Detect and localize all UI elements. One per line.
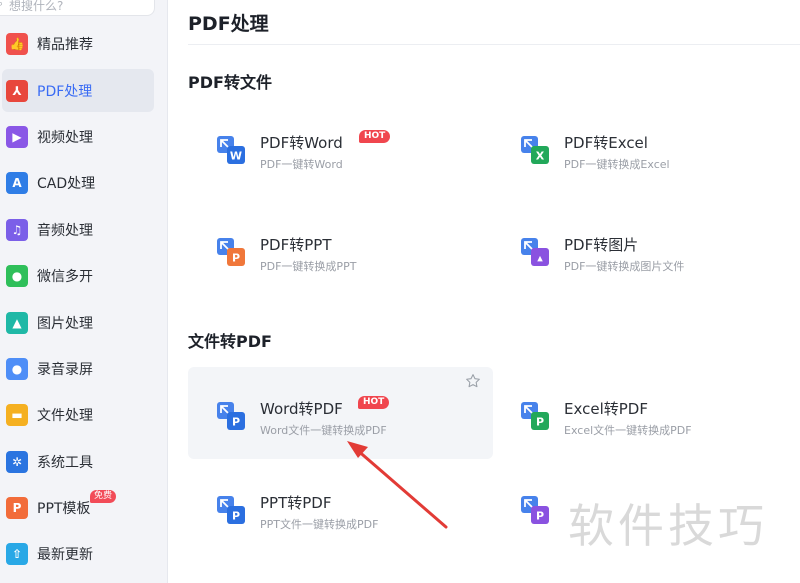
watermark: 软件技巧 — [568, 499, 768, 553]
svg-text:P: P — [536, 510, 544, 523]
sidebar-item-11[interactable]: ⇧ 最新更新 — [0, 531, 168, 577]
tool-title: Excel转PDF — [564, 400, 648, 418]
tool-icon: P — [217, 402, 245, 430]
svg-text:P: P — [536, 416, 544, 429]
tool-description: PDF一键转Word — [260, 158, 343, 171]
svg-text:P: P — [232, 416, 240, 429]
microphone-icon: ● — [6, 357, 28, 380]
svg-text:▴: ▴ — [537, 252, 543, 265]
tool-icon: ▴ — [521, 238, 549, 266]
tool-description: Word文件一键转换成PDF — [260, 424, 387, 437]
tool-description: PDF一键转换成Excel — [564, 158, 670, 171]
sidebar-item-label: 系统工具 — [37, 454, 93, 471]
svg-text:W: W — [230, 150, 242, 163]
svg-text:P: P — [232, 510, 240, 523]
hot-badge: HOT — [358, 396, 390, 409]
tool-description: PDF一键转换成图片文件 — [564, 260, 685, 273]
image-icon: ▲ — [6, 311, 28, 334]
title-divider — [188, 44, 800, 45]
pdf-icon: ⅄ — [6, 79, 28, 102]
sidebar-item-label: 录音录屏 — [37, 361, 93, 378]
sidebar-item-9[interactable]: ✲ 系统工具 — [0, 439, 168, 485]
sidebar-item-10[interactable]: P PPT模板 免费 — [0, 485, 168, 531]
sidebar-item-label: 精品推荐 — [37, 37, 93, 54]
svg-text:X: X — [536, 150, 545, 163]
gear-icon: ✲ — [6, 450, 28, 473]
sidebar-item-6[interactable]: ▲ 图片处理 — [0, 299, 168, 345]
hot-badge: HOT — [359, 130, 391, 143]
tool-description: Excel文件一键转换成PDF — [564, 424, 692, 437]
sidebar-item-0[interactable]: 👍 精品推荐 — [0, 21, 168, 67]
tool-card[interactable]: P Excel转PDF Excel文件一键转换成PDF — [492, 367, 797, 459]
sidebar: ⌕ 想搜什么? 👍 精品推荐 ⅄ PDF处理 ▶ 视频处理 A CAD处理 ♫ 音频处理 ● 微信多开… — [0, 0, 168, 583]
wechat-icon: ● — [6, 265, 28, 288]
sidebar-item-label: 文件处理 — [37, 408, 93, 425]
folder-icon: ▬ — [6, 404, 28, 427]
tool-title: Word转PDF — [260, 400, 343, 418]
tool-card[interactable]: P Word转PDF Word文件一键转换成PDF HOT — [188, 367, 493, 459]
sidebar-item-8[interactable]: ▬ 文件处理 — [0, 392, 168, 438]
tool-card[interactable]: X PDF转Excel PDF一键转换成Excel — [492, 101, 797, 193]
tool-title: PDF转Word — [260, 134, 343, 152]
play-icon: ▶ — [6, 125, 28, 148]
tool-card[interactable]: W PDF转Word PDF一键转Word HOT — [188, 101, 493, 193]
svg-text:P: P — [232, 252, 240, 265]
sidebar-item-label: 视频处理 — [37, 129, 93, 146]
section-title-pdf-to-file: PDF转文件 — [188, 73, 272, 92]
favorite-star-icon[interactable] — [465, 373, 481, 389]
tool-icon: W — [217, 136, 245, 164]
ppt-icon: P — [6, 497, 28, 520]
tool-description: PPT文件一键转换成PDF — [260, 518, 379, 531]
sidebar-item-1[interactable]: ⅄ PDF处理 — [0, 67, 168, 113]
tool-title: PDF转PPT — [260, 236, 332, 254]
search-input[interactable]: 想搜什么? — [9, 0, 63, 14]
free-badge: 免费 — [90, 489, 117, 503]
tool-title: PDF转Excel — [564, 134, 648, 152]
sidebar-item-label: 音频处理 — [37, 222, 93, 239]
tool-icon: X — [521, 136, 549, 164]
tool-icon: P — [521, 496, 549, 524]
sidebar-item-2[interactable]: ▶ 视频处理 — [0, 114, 168, 160]
tool-title: PPT转PDF — [260, 494, 332, 512]
sidebar-item-7[interactable]: ● 录音录屏 — [0, 346, 168, 392]
music-icon: ♫ — [6, 218, 28, 241]
tool-description: PDF一键转换成PPT — [260, 260, 357, 273]
search-icon: ⌕ — [0, 0, 4, 10]
sidebar-item-label: 微信多开 — [37, 269, 93, 286]
tool-card[interactable]: ▴ PDF转图片 PDF一键转换成图片文件 — [492, 203, 797, 295]
tool-icon: P — [521, 402, 549, 430]
tool-icon: P — [217, 238, 245, 266]
sidebar-item-label: PDF处理 — [37, 83, 93, 100]
tool-card[interactable]: P PPT转PDF PPT文件一键转换成PDF — [188, 461, 493, 553]
upload-icon: ⇧ — [6, 543, 28, 566]
sidebar-item-4[interactable]: ♫ 音频处理 — [0, 207, 168, 253]
sidebar-nav: 👍 精品推荐 ⅄ PDF处理 ▶ 视频处理 A CAD处理 ♫ 音频处理 ● 微信多开 ▲ 图片处理 ● 录音… — [0, 21, 168, 578]
sidebar-item-3[interactable]: A CAD处理 — [0, 160, 168, 206]
sidebar-item-5[interactable]: ● 微信多开 — [0, 253, 168, 299]
sidebar-item-label: 最新更新 — [37, 547, 93, 564]
sidebar-item-label: CAD处理 — [37, 176, 96, 193]
sidebar-item-label: PPT模板 — [37, 501, 91, 518]
tool-card[interactable]: P PDF转PPT PDF一键转换成PPT — [188, 203, 493, 295]
cad-icon: A — [6, 172, 28, 195]
section-title-file-to-pdf: 文件转PDF — [188, 332, 272, 351]
tool-title: PDF转图片 — [564, 236, 639, 254]
search-box[interactable]: ⌕ 想搜什么? — [0, 0, 155, 16]
sidebar-item-label: 图片处理 — [37, 315, 93, 332]
thumbs-up-icon: 👍 — [6, 33, 28, 56]
tool-icon: P — [217, 496, 245, 524]
page-title: PDF处理 — [188, 13, 269, 35]
